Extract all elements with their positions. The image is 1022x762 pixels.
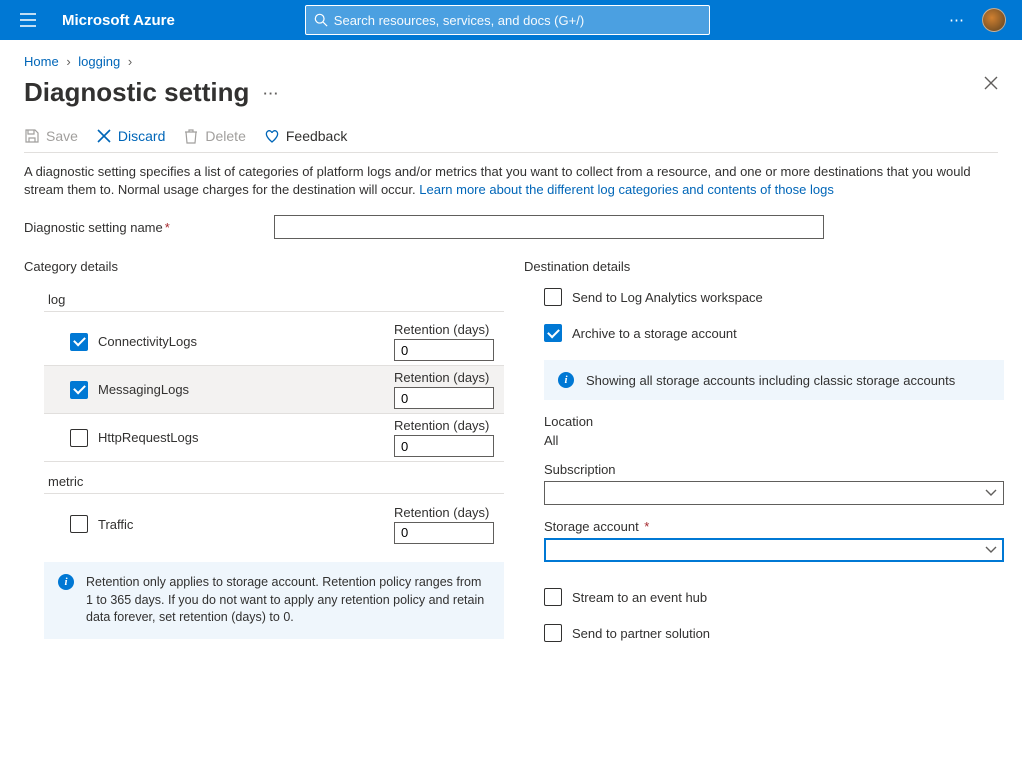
location-label: Location: [544, 414, 1004, 429]
subscription-label: Subscription: [544, 462, 1004, 477]
subscription-select[interactable]: [544, 481, 1004, 505]
retention-label: Retention (days): [394, 370, 498, 385]
discard-button[interactable]: Discard: [96, 128, 165, 144]
hamburger-menu-button[interactable]: [8, 0, 48, 40]
log-subheading: log: [44, 288, 504, 312]
checkbox-send-log-analytics[interactable]: [544, 288, 562, 306]
retention-input-traffic[interactable]: [394, 522, 494, 544]
brand-label: Microsoft Azure: [62, 12, 175, 29]
delete-icon: [184, 128, 198, 144]
retention-info-box: i Retention only applies to storage acco…: [44, 562, 504, 639]
delete-label: Delete: [205, 128, 245, 144]
checkbox-traffic[interactable]: [70, 515, 88, 533]
retention-input-messaginglogs[interactable]: [394, 387, 494, 409]
search-icon: [314, 13, 328, 27]
retention-label: Retention (days): [394, 322, 498, 337]
heart-icon: [264, 129, 280, 144]
hamburger-icon: [20, 13, 36, 27]
save-icon: [24, 128, 40, 144]
top-bar: Microsoft Azure Search resources, servic…: [0, 0, 1022, 40]
stream-event-hub-label: Stream to an event hub: [572, 590, 707, 605]
checkbox-stream-event-hub[interactable]: [544, 588, 562, 606]
retention-input-connectivitylogs[interactable]: [394, 339, 494, 361]
retention-label: Retention (days): [394, 418, 498, 433]
checkbox-connectivitylogs[interactable]: [70, 333, 88, 351]
log-label: ConnectivityLogs: [98, 334, 197, 349]
setting-name-input[interactable]: [274, 215, 824, 239]
storage-account-label: Storage account *: [544, 519, 1004, 534]
page-title: Diagnostic setting: [24, 77, 249, 108]
checkbox-httprequestlogs[interactable]: [70, 429, 88, 447]
archive-storage-label: Archive to a storage account: [572, 326, 737, 341]
metric-row-traffic: Traffic Retention (days): [44, 500, 504, 548]
chevron-down-icon: [985, 489, 997, 497]
discard-label: Discard: [118, 128, 165, 144]
log-row-messaginglogs: MessagingLogs Retention (days): [44, 366, 504, 414]
title-more-button[interactable]: ···: [263, 86, 279, 101]
log-label: MessagingLogs: [98, 382, 189, 397]
retention-input-httprequestlogs[interactable]: [394, 435, 494, 457]
close-button[interactable]: [984, 76, 998, 93]
metric-label: Traffic: [98, 517, 133, 532]
send-partner-label: Send to partner solution: [572, 626, 710, 641]
storage-info-box: i Showing all storage accounts including…: [544, 360, 1004, 400]
log-row-httprequestlogs: HttpRequestLogs Retention (days): [44, 414, 504, 462]
learn-more-link[interactable]: Learn more about the different log categ…: [419, 182, 834, 197]
category-heading: Category details: [24, 259, 504, 274]
info-icon: i: [58, 574, 74, 590]
storage-account-select[interactable]: [544, 538, 1004, 562]
location-value: All: [544, 433, 558, 448]
setting-name-label: Diagnostic setting name*: [24, 220, 274, 235]
global-search-input[interactable]: Search resources, services, and docs (G+…: [305, 5, 710, 35]
discard-icon: [97, 129, 111, 143]
storage-info-text: Showing all storage accounts including c…: [586, 373, 955, 388]
info-icon: i: [558, 372, 574, 388]
save-label: Save: [46, 128, 78, 144]
retention-label: Retention (days): [394, 505, 498, 520]
description-text: A diagnostic setting specifies a list of…: [24, 163, 984, 199]
send-log-analytics-label: Send to Log Analytics workspace: [572, 290, 763, 305]
destination-heading: Destination details: [524, 259, 1004, 274]
metric-subheading: metric: [44, 470, 504, 494]
chevron-right-icon: ›: [128, 54, 132, 69]
checkbox-archive-storage[interactable]: [544, 324, 562, 342]
breadcrumb-home[interactable]: Home: [24, 54, 59, 69]
feedback-button[interactable]: Feedback: [264, 128, 347, 144]
chevron-down-icon: [985, 546, 997, 554]
breadcrumb-logging[interactable]: logging: [78, 54, 120, 69]
log-row-connectivitylogs: ConnectivityLogs Retention (days): [44, 318, 504, 366]
user-avatar[interactable]: [982, 8, 1006, 32]
save-button[interactable]: Save: [24, 128, 78, 144]
log-label: HttpRequestLogs: [98, 430, 198, 445]
command-bar: Save Discard Delete Feedback: [24, 120, 998, 153]
chevron-right-icon: ›: [66, 54, 70, 69]
breadcrumb: Home › logging ›: [24, 54, 998, 69]
more-actions-button[interactable]: ⋯: [949, 11, 966, 29]
search-placeholder: Search resources, services, and docs (G+…: [334, 13, 584, 28]
delete-button[interactable]: Delete: [183, 128, 245, 144]
checkbox-send-partner[interactable]: [544, 624, 562, 642]
feedback-label: Feedback: [286, 128, 347, 144]
retention-info-text: Retention only applies to storage accoun…: [86, 574, 490, 627]
checkbox-messaginglogs[interactable]: [70, 381, 88, 399]
close-icon: [984, 76, 998, 90]
